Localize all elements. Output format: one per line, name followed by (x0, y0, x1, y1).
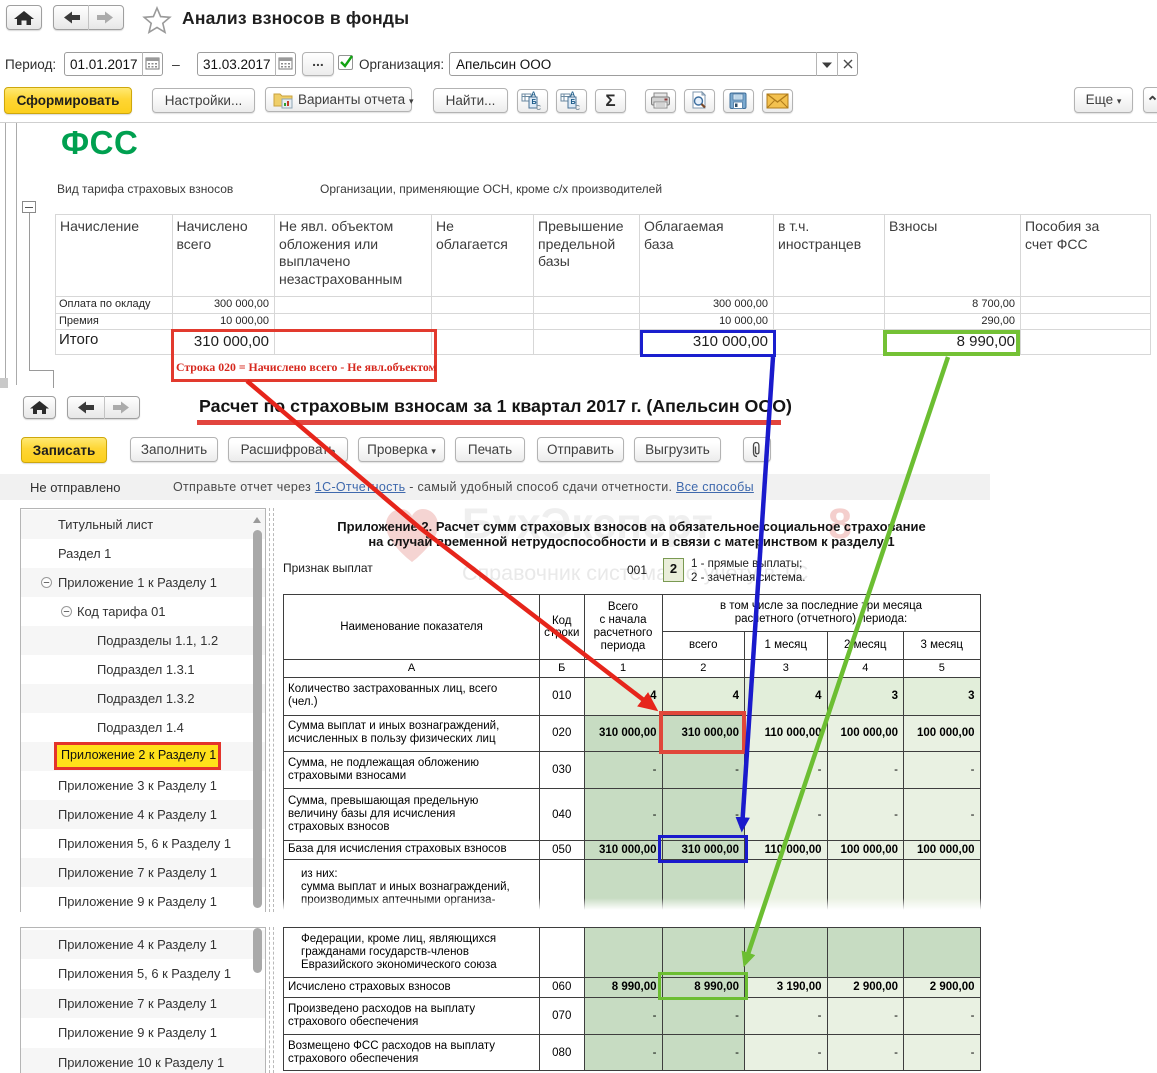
svg-text:С: С (536, 105, 541, 111)
svg-text:А: А (531, 92, 536, 99)
svg-text:С: С (575, 105, 580, 111)
svg-text:А: А (570, 92, 575, 99)
